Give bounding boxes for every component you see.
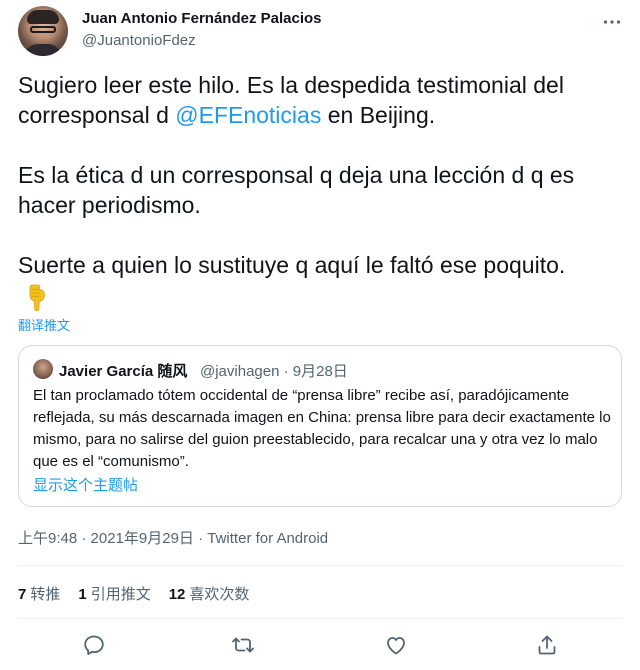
tweet-text-part: en Beijing.	[321, 102, 436, 128]
tweet-source[interactable]: Twitter for Android	[207, 530, 328, 547]
likes-stat[interactable]: 12 喜欢次数	[169, 583, 250, 604]
tweet-header: Juan Antonio Fernández Palacios @Juanton…	[18, 4, 628, 58]
tweet-actions	[18, 630, 622, 660]
heart-icon[interactable]	[384, 633, 408, 657]
show-thread-link[interactable]: 显示这个主题帖	[33, 474, 138, 495]
tweet-paragraph-3: Suerte a quien lo sustituye q aquí le fa…	[18, 252, 566, 278]
more-icon[interactable]	[602, 12, 622, 32]
reply-icon[interactable]	[82, 633, 106, 657]
retweets-label: 转推	[30, 586, 61, 603]
quoted-tweet-text: El tan proclamado tótem occidental de “p…	[33, 387, 611, 470]
tweet-paragraph-2: Es la ética d un corresponsal q deja una…	[18, 162, 575, 218]
retweets-stat[interactable]: 7 转推	[18, 583, 60, 604]
quoted-author-name: Javier García 随风	[59, 363, 188, 380]
author-name[interactable]: Juan Antonio Fernández Palacios	[82, 10, 322, 27]
tweet-text: Sugiero leer este hilo. Es la despedida …	[18, 70, 628, 280]
quoted-tweet[interactable]: Javier García 随风 @javihagen · 9月28日 El t…	[18, 345, 622, 507]
pointing-down-emoji	[29, 284, 45, 311]
translate-tweet-link[interactable]: 翻译推文	[18, 315, 70, 334]
divider	[18, 565, 622, 566]
quotes-stat[interactable]: 1 引用推文	[78, 583, 150, 604]
author-handle[interactable]: @JuantonioFdez	[82, 32, 196, 49]
time-date[interactable]: 上午9:48 · 2021年9月29日 ·	[18, 530, 207, 547]
tweet-stats: 7 转推 1 引用推文 12 喜欢次数	[18, 583, 267, 604]
quoted-author-avatar	[33, 359, 53, 379]
tweet-timestamp: 上午9:48 · 2021年9月29日 · Twitter for Androi…	[18, 527, 328, 548]
retweet-icon[interactable]	[231, 633, 255, 657]
quotes-label: 引用推文	[90, 586, 151, 603]
quotes-count: 1	[78, 586, 87, 603]
retweets-count: 7	[18, 586, 27, 603]
share-icon[interactable]	[535, 633, 559, 657]
author-avatar[interactable]	[18, 6, 68, 56]
divider	[18, 618, 622, 619]
quoted-author-handle-date: @javihagen · 9月28日	[200, 363, 348, 380]
likes-label: 喜欢次数	[189, 586, 250, 603]
mention-link[interactable]: @EFEnoticias	[175, 102, 321, 128]
likes-count: 12	[168, 586, 186, 603]
tweet-paragraph-1: Sugiero leer este hilo. Es la despedida …	[18, 70, 628, 130]
